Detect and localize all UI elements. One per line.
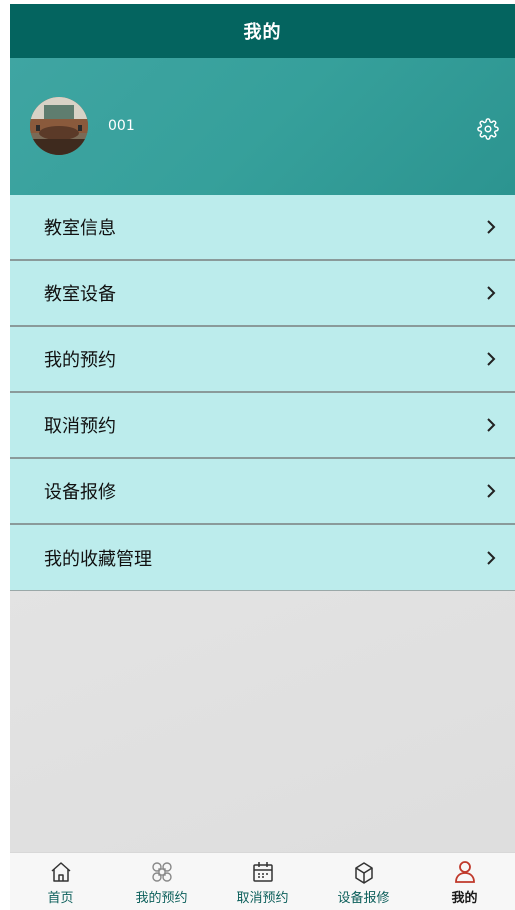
menu-item-classroom-info[interactable]: 教室信息 — [10, 195, 515, 261]
chevron-right-icon — [487, 484, 496, 498]
menu-item-label: 取消预约 — [44, 416, 116, 437]
menu-item-my-reservations[interactable]: 我的预约 — [10, 327, 515, 393]
tab-label: 我的预约 — [135, 891, 188, 906]
box-icon — [354, 862, 373, 884]
tab-equipment-repair[interactable]: 设备报修 — [313, 853, 414, 910]
avatar[interactable] — [30, 97, 88, 155]
menu-item-equipment-repair[interactable]: 设备报修 — [10, 459, 515, 525]
tab-label: 我的 — [451, 891, 478, 906]
tab-label: 取消预约 — [236, 891, 289, 906]
chevron-right-icon — [487, 352, 496, 366]
menu-item-cancel-reservation[interactable]: 取消预约 — [10, 393, 515, 459]
bottom-tab-bar: 首页 我的预约 取消预约 设备报修 我的 — [10, 852, 515, 910]
chevron-right-icon — [487, 550, 496, 565]
page-title: 我的 — [243, 22, 282, 43]
tab-my-reservations[interactable]: 我的预约 — [111, 853, 212, 910]
calendar-icon — [252, 862, 273, 882]
menu-item-label: 教室信息 — [44, 218, 116, 239]
chevron-right-icon — [487, 418, 496, 432]
username: 001 — [108, 118, 135, 134]
app-screen: 我的 001 教室信息 教室设备 我的预约 取消预约 设备报修 我的收藏管理 首… — [10, 4, 515, 910]
menu-item-label: 我的收藏管理 — [44, 548, 152, 570]
menu-item-label: 设备报修 — [44, 482, 116, 503]
menu-list: 教室信息 教室设备 我的预约 取消预约 设备报修 我的收藏管理 — [10, 195, 515, 591]
command-icon — [151, 862, 172, 882]
tab-label: 设备报修 — [337, 891, 390, 906]
tab-mine[interactable]: 我的 — [414, 853, 515, 910]
tab-label: 首页 — [47, 891, 74, 906]
top-bar: 我的 — [10, 4, 515, 58]
tab-cancel-reservation[interactable]: 取消预约 — [212, 853, 313, 910]
tab-home[interactable]: 首页 — [10, 853, 111, 910]
menu-item-favorites[interactable]: 我的收藏管理 — [10, 525, 515, 591]
menu-item-label: 教室设备 — [44, 284, 116, 305]
home-icon — [51, 862, 70, 882]
settings-gear-icon[interactable] — [477, 118, 499, 140]
menu-item-label: 我的预约 — [44, 350, 116, 371]
user-icon — [454, 861, 475, 883]
chevron-right-icon — [487, 220, 496, 234]
chevron-right-icon — [487, 286, 496, 300]
menu-item-classroom-equipment[interactable]: 教室设备 — [10, 261, 515, 327]
profile-card: 001 — [10, 58, 515, 195]
